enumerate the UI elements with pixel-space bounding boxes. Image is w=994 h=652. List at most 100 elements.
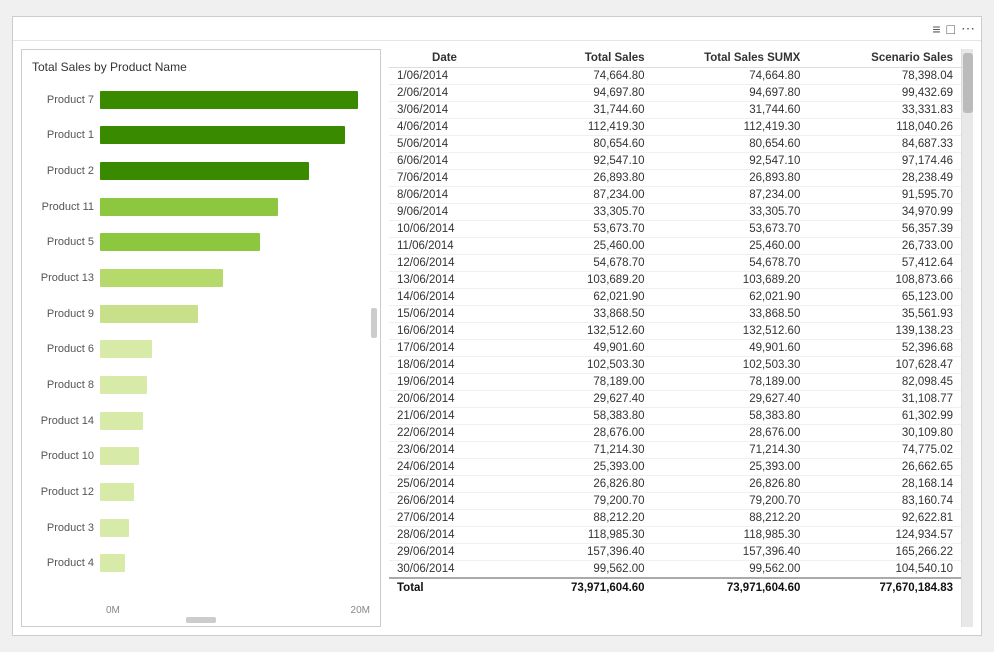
- table-cell: 124,934.57: [808, 527, 961, 544]
- right-resize-handle[interactable]: [371, 308, 377, 338]
- table-cell: 92,547.10: [500, 153, 653, 170]
- main-container: ≡ □ ⋯ Total Sales by Product Name Produc…: [12, 16, 982, 636]
- bar-fill: [100, 554, 125, 572]
- table-row: 29/06/2014157,396.40157,396.40165,266.22: [389, 544, 961, 561]
- bar-row[interactable]: Product 10: [32, 443, 370, 469]
- menu-icon[interactable]: ≡: [932, 21, 940, 37]
- bar-track: [100, 412, 370, 430]
- bar-fill: [100, 198, 278, 216]
- table-row: 23/06/201471,214.3071,214.3074,775.02: [389, 442, 961, 459]
- bar-label: Product 5: [32, 236, 100, 248]
- table-cell: 132,512.60: [653, 323, 809, 340]
- table-cell: 22/06/2014: [389, 425, 500, 442]
- table-cell: 74,664.80: [653, 68, 809, 85]
- table-cell: 112,419.30: [653, 119, 809, 136]
- table-cell: 29/06/2014: [389, 544, 500, 561]
- more-icon[interactable]: ⋯: [961, 20, 975, 37]
- expand-icon[interactable]: □: [947, 21, 955, 37]
- bar-label: Product 1: [32, 129, 100, 141]
- table-cell: 26,893.80: [653, 170, 809, 187]
- bar-row[interactable]: Product 4: [32, 550, 370, 576]
- table-cell: 17/06/2014: [389, 340, 500, 357]
- table-cell: 25,460.00: [500, 238, 653, 255]
- col-header[interactable]: Total Sales: [500, 49, 653, 68]
- table-cell: 30,109.80: [808, 425, 961, 442]
- bar-fill: [100, 340, 152, 358]
- x-axis: 0M 20M: [106, 605, 370, 616]
- table-cell: 28,168.14: [808, 476, 961, 493]
- bar-track: [100, 233, 370, 251]
- bar-track: [100, 269, 370, 287]
- table-cell: 79,200.70: [500, 493, 653, 510]
- table-row: 16/06/2014132,512.60132,512.60139,138.23: [389, 323, 961, 340]
- table-cell: 88,212.20: [653, 510, 809, 527]
- bar-track: [100, 376, 370, 394]
- chart-title: Total Sales by Product Name: [32, 60, 370, 74]
- bar-row[interactable]: Product 13: [32, 265, 370, 291]
- table-cell: 52,396.68: [808, 340, 961, 357]
- table-cell: 78,189.00: [653, 374, 809, 391]
- bar-fill: [100, 233, 260, 251]
- table-cell: 80,654.60: [500, 136, 653, 153]
- table-cell: 118,985.30: [653, 527, 809, 544]
- table-cell: 87,234.00: [653, 187, 809, 204]
- bar-row[interactable]: Product 7: [32, 87, 370, 113]
- table-row: 24/06/201425,393.0025,393.0026,662.65: [389, 459, 961, 476]
- table-cell: 26/06/2014: [389, 493, 500, 510]
- table-cell: 25/06/2014: [389, 476, 500, 493]
- chart-bars: Product 7 Product 1 Product 2 Product 11 Pro…: [32, 82, 370, 601]
- table-cell: 34,970.99: [808, 204, 961, 221]
- scrollbar-thumb[interactable]: [963, 53, 973, 113]
- bar-row[interactable]: Product 12: [32, 479, 370, 505]
- col-header[interactable]: Date: [389, 49, 500, 68]
- bar-fill: [100, 412, 143, 430]
- scrollbar[interactable]: [961, 49, 973, 627]
- table-cell: 94,697.80: [500, 85, 653, 102]
- table-cell: 10/06/2014: [389, 221, 500, 238]
- table-cell: 58,383.80: [653, 408, 809, 425]
- table-panel: DateTotal SalesTotal Sales SUMXScenario …: [389, 49, 973, 627]
- bar-fill: [100, 162, 309, 180]
- table-row: 15/06/201433,868.5033,868.5035,561.93: [389, 306, 961, 323]
- bar-fill: [100, 305, 198, 323]
- bar-label: Product 12: [32, 486, 100, 498]
- bar-track: [100, 554, 370, 572]
- bar-row[interactable]: Product 2: [32, 158, 370, 184]
- table-row: 18/06/2014102,503.30102,503.30107,628.47: [389, 357, 961, 374]
- bar-row[interactable]: Product 11: [32, 194, 370, 220]
- footer-cell: 77,670,184.83: [808, 578, 961, 597]
- table-cell: 1/06/2014: [389, 68, 500, 85]
- col-header[interactable]: Scenario Sales: [808, 49, 961, 68]
- bar-row[interactable]: Product 14: [32, 408, 370, 434]
- bar-row[interactable]: Product 8: [32, 372, 370, 398]
- content-area: Total Sales by Product Name Product 7Pro…: [13, 41, 981, 635]
- table-cell: 31,744.60: [653, 102, 809, 119]
- bar-row[interactable]: Product 6: [32, 336, 370, 362]
- table-cell: 88,212.20: [500, 510, 653, 527]
- table-cell: 99,432.69: [808, 85, 961, 102]
- table-cell: 27/06/2014: [389, 510, 500, 527]
- table-cell: 82,098.45: [808, 374, 961, 391]
- col-header[interactable]: Total Sales SUMX: [653, 49, 809, 68]
- bar-label: Product 2: [32, 165, 100, 177]
- table-scroll[interactable]: DateTotal SalesTotal Sales SUMXScenario …: [389, 49, 961, 627]
- bar-fill: [100, 447, 139, 465]
- bar-row[interactable]: Product 3: [32, 515, 370, 541]
- table-cell: 57,412.64: [808, 255, 961, 272]
- bar-row[interactable]: Product 9: [32, 301, 370, 327]
- table-cell: 33,331.83: [808, 102, 961, 119]
- bar-row[interactable]: Product 5: [32, 229, 370, 255]
- bar-row[interactable]: Product 1: [32, 122, 370, 148]
- table-cell: 19/06/2014: [389, 374, 500, 391]
- bar-track: [100, 91, 370, 109]
- table-cell: 139,138.23: [808, 323, 961, 340]
- bottom-drag-handle[interactable]: [186, 617, 216, 623]
- table-cell: 9/06/2014: [389, 204, 500, 221]
- table-cell: 26,826.80: [500, 476, 653, 493]
- table-row: 17/06/201449,901.6049,901.6052,396.68: [389, 340, 961, 357]
- table-cell: 87,234.00: [500, 187, 653, 204]
- table-cell: 33,305.70: [653, 204, 809, 221]
- table-cell: 31,744.60: [500, 102, 653, 119]
- x-label-1: 20M: [351, 605, 370, 616]
- chart-panel: Total Sales by Product Name Product 7Pro…: [21, 49, 381, 627]
